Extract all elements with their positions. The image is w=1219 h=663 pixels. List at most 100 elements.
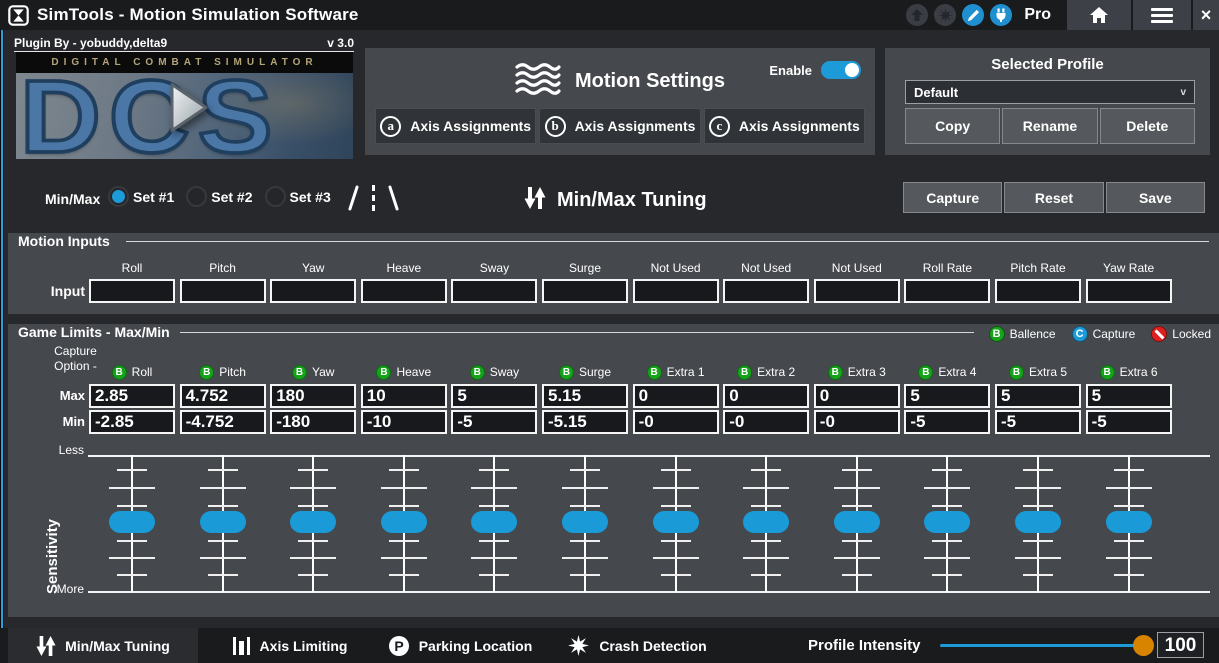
enable-toggle[interactable] (821, 61, 861, 79)
limit-col-header: BExtra 1 (633, 364, 719, 380)
axis-assignments-button-b[interactable]: bAxis Assignments (539, 108, 700, 144)
tab-min-max-tuning[interactable]: Min/Max Tuning (8, 628, 198, 663)
home-button[interactable] (1067, 0, 1131, 30)
tab-crash-detection[interactable]: Crash Detection (552, 628, 722, 663)
slider-tick (924, 487, 970, 489)
motion-input-field[interactable] (451, 279, 537, 303)
profile-delete-button[interactable]: Delete (1100, 108, 1195, 144)
min-value-field[interactable]: -4.752 (180, 410, 266, 434)
max-value-field[interactable]: 0 (633, 384, 719, 408)
close-button[interactable]: × (1193, 0, 1219, 30)
min-value-field[interactable]: -5 (995, 410, 1081, 434)
slider-tick (1023, 469, 1053, 471)
min-value-field[interactable]: -5 (1086, 410, 1172, 434)
motion-input-field[interactable] (633, 279, 719, 303)
max-value-field[interactable]: 5 (451, 384, 537, 408)
max-value-field[interactable]: 5 (1086, 384, 1172, 408)
min-value-field[interactable]: -2.85 (89, 410, 175, 434)
motion-input-field[interactable] (89, 279, 175, 303)
max-value-field[interactable]: 5.15 (542, 384, 628, 408)
set-radio-1[interactable]: Set #1 (110, 188, 174, 205)
set-radio-3[interactable]: Set #3 (267, 188, 331, 205)
min-value-field[interactable]: -0 (723, 410, 809, 434)
crash-status-icon[interactable] (934, 4, 956, 26)
tab-label: Crash Detection (599, 638, 706, 654)
legend-locked: Locked (1151, 326, 1211, 342)
ballence-badge-icon: B (376, 365, 391, 380)
ballence-badge-icon: B (559, 365, 574, 380)
motion-input-field[interactable] (814, 279, 900, 303)
max-value-field[interactable]: 10 (361, 384, 447, 408)
max-value-field[interactable]: 0 (723, 384, 809, 408)
sensitivity-slider-handle[interactable] (1015, 511, 1061, 533)
min-value-field[interactable]: -5 (904, 410, 990, 434)
set-radio-2[interactable]: Set #2 (188, 188, 252, 205)
sensitivity-slider-handle[interactable] (290, 511, 336, 533)
motion-input-field[interactable] (723, 279, 809, 303)
reset-button[interactable]: Reset (1004, 182, 1103, 213)
motion-input-field[interactable] (995, 279, 1081, 303)
set-radio-label: Set #3 (290, 189, 331, 205)
sensitivity-slider-handle[interactable] (381, 511, 427, 533)
min-value-field[interactable]: -5.15 (542, 410, 628, 434)
max-value-field[interactable]: 180 (270, 384, 356, 408)
minmax-arrows-icon (524, 186, 546, 215)
profile-intensity-slider[interactable] (940, 644, 1148, 647)
limit-col-name: Extra 5 (1029, 365, 1067, 379)
sensitivity-slider-handle[interactable] (1106, 511, 1152, 533)
sensitivity-slider-handle[interactable] (562, 511, 608, 533)
min-value-field[interactable]: -0 (633, 410, 719, 434)
limit-col-header: BYaw (270, 364, 356, 380)
slider-tick (924, 557, 970, 559)
tab-parking-location[interactable]: PParking Location (375, 628, 545, 663)
axis-assignments-button-a[interactable]: aAxis Assignments (375, 108, 536, 144)
motion-input-field[interactable] (1086, 279, 1172, 303)
min-value-field[interactable]: -5 (451, 410, 537, 434)
max-value-field[interactable]: 5 (904, 384, 990, 408)
motion-input-field[interactable] (180, 279, 266, 303)
motion-input-field[interactable] (542, 279, 628, 303)
plugin-icon[interactable] (990, 4, 1012, 26)
max-value-field[interactable]: 5 (995, 384, 1081, 408)
sensitivity-slider-handle[interactable] (924, 511, 970, 533)
sensitivity-slider-7 (653, 455, 699, 592)
input-col-label: Roll (89, 261, 175, 275)
circled-a-icon: a (380, 116, 401, 137)
play-button-icon[interactable] (150, 72, 220, 147)
capture-button[interactable]: Capture (903, 182, 1002, 213)
axis-assignments-label: Axis Assignments (575, 118, 696, 134)
update-icon[interactable] (906, 4, 928, 26)
min-value-field[interactable]: -10 (361, 410, 447, 434)
dashed-line-icon[interactable] (372, 185, 375, 211)
min-value-field[interactable]: -180 (270, 410, 356, 434)
svg-text:P: P (394, 638, 403, 654)
max-value-field[interactable]: 4.752 (180, 384, 266, 408)
profile-dropdown[interactable]: Default v (905, 80, 1195, 104)
game-image[interactable]: DIGITAL COMBAT SIMULATOR DCS (16, 52, 353, 159)
menu-button[interactable] (1133, 0, 1191, 30)
sensitivity-slider-handle[interactable] (109, 511, 155, 533)
slope-up-icon[interactable] (348, 185, 359, 211)
min-value-field[interactable]: -0 (814, 410, 900, 434)
profile-rename-button[interactable]: Rename (1002, 108, 1097, 144)
sensitivity-slider-handle[interactable] (653, 511, 699, 533)
motion-input-field[interactable] (361, 279, 447, 303)
save-button[interactable]: Save (1106, 182, 1205, 213)
axis-assignments-button-c[interactable]: cAxis Assignments (704, 108, 865, 144)
profile-copy-button[interactable]: Copy (905, 108, 1000, 144)
slider-tick (1023, 540, 1053, 542)
sensitivity-slider-handle[interactable] (743, 511, 789, 533)
edit-icon[interactable] (962, 4, 984, 26)
slope-down-icon[interactable] (388, 185, 399, 211)
sensitivity-slider-handle[interactable] (471, 511, 517, 533)
profile-intensity-knob[interactable] (1133, 635, 1154, 656)
tab-axis-limiting[interactable]: Axis Limiting (214, 628, 364, 663)
sensitivity-slider-handle[interactable] (834, 511, 880, 533)
motion-input-field[interactable] (270, 279, 356, 303)
max-value-field[interactable]: 2.85 (89, 384, 175, 408)
limit-col-header: BExtra 3 (814, 364, 900, 380)
sensitivity-slider-handle[interactable] (200, 511, 246, 533)
motion-input-field[interactable] (904, 279, 990, 303)
limit-col-name: Extra 2 (757, 365, 795, 379)
max-value-field[interactable]: 0 (814, 384, 900, 408)
